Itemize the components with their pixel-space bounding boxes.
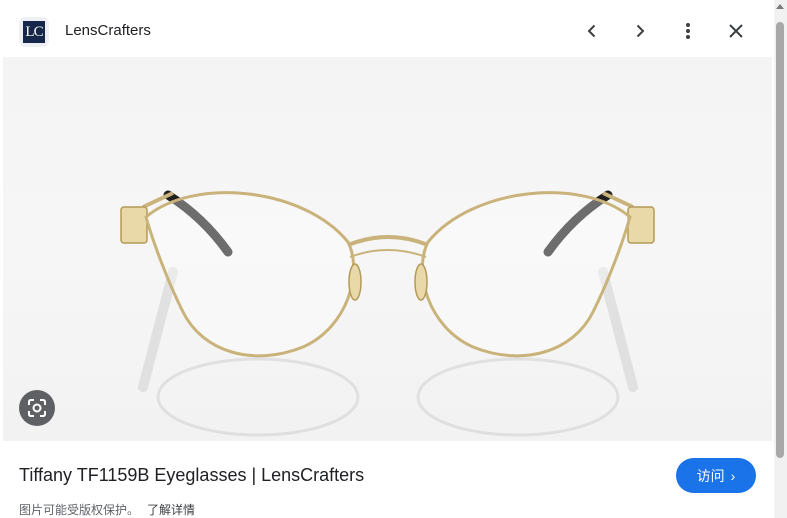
chevron-left-icon xyxy=(587,24,596,38)
chevron-right-icon: › xyxy=(730,467,736,484)
site-logo-mark: LC xyxy=(23,21,45,43)
site-name[interactable]: LensCrafters xyxy=(65,22,151,39)
close-button[interactable] xyxy=(719,14,753,48)
more-options-button[interactable] xyxy=(671,14,705,48)
scrollbar-thumb[interactable] xyxy=(776,22,784,458)
result-title[interactable]: Tiffany TF1159B Eyeglasses | LensCrafter… xyxy=(19,465,364,486)
scrollbar[interactable] xyxy=(774,0,787,518)
close-icon xyxy=(729,24,743,38)
next-button[interactable] xyxy=(623,14,657,48)
eyeglasses-image xyxy=(120,190,655,437)
visit-button[interactable]: 访问 › xyxy=(676,458,756,493)
learn-more-link[interactable]: 了解详情 xyxy=(147,503,195,517)
scroll-up-arrow-icon[interactable] xyxy=(776,4,784,9)
chevron-right-icon xyxy=(636,24,645,38)
image-preview-panel: LC LensCrafters Tiffany TF1159B Eyeglass… xyxy=(0,0,787,518)
preview-image[interactable] xyxy=(3,57,772,441)
google-lens-button[interactable] xyxy=(19,390,55,426)
more-vert-icon xyxy=(686,23,690,39)
google-lens-icon xyxy=(28,399,46,417)
previous-button[interactable] xyxy=(575,14,609,48)
visit-label: 访问 xyxy=(696,467,725,484)
site-logo[interactable]: LC xyxy=(19,17,49,47)
copyright-text: 图片可能受版权保护。 xyxy=(19,503,140,517)
copyright-notice: 图片可能受版权保护。 了解详情 xyxy=(19,501,195,518)
preview-header: LC LensCrafters xyxy=(0,0,772,60)
